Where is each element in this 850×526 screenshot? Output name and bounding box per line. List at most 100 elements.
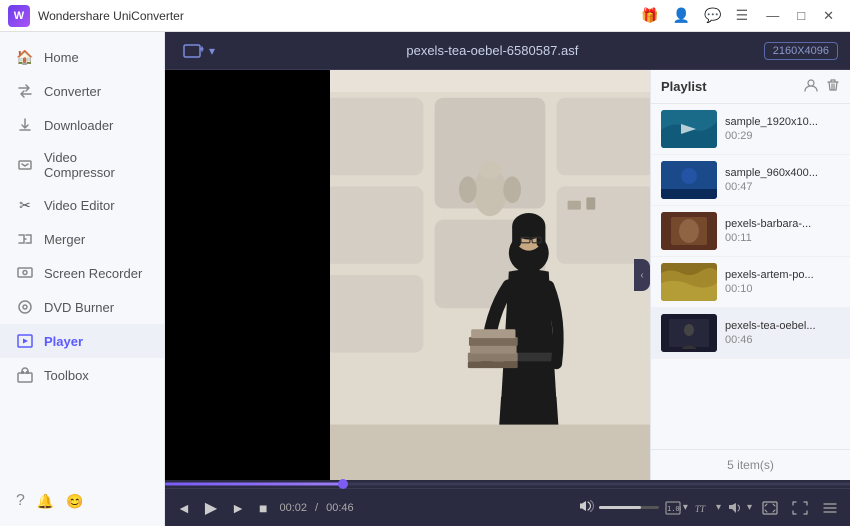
titlebar: W Wondershare UniConverter 🎁 👤 💬 ☰ — □ ✕ [0,0,850,32]
time-separator: / [315,502,318,514]
playlist-duration-5: 00:46 [725,334,840,346]
maximize-button[interactable]: □ [789,6,813,25]
volume-slider[interactable] [599,506,659,509]
progress-bar-area[interactable] [165,480,850,488]
content-topbar: ▾ pexels-tea-oebel-6580587.asf 2160X4096 [165,32,850,70]
add-media-button[interactable]: ▾ [177,40,221,62]
sidebar-item-merger[interactable]: Merger [0,222,164,256]
menu-button[interactable] [818,499,842,517]
sidebar-item-video-compressor[interactable]: Video Compressor [0,142,164,188]
sidebar-item-player[interactable]: Player [0,324,164,358]
playlist-item[interactable]: sample_1920x10... 00:29 [651,104,850,155]
current-time: 00:02 [280,502,308,514]
audio-label[interactable]: ▾ [727,501,752,515]
play-button[interactable]: ▶ [201,496,221,520]
notification-icon[interactable]: 🔔 [37,493,54,510]
screen-recorder-icon [16,264,34,282]
content-area: ▾ pexels-tea-oebel-6580587.asf 2160X4096 [165,32,850,526]
volume-fill [599,506,641,509]
playlist-item[interactable]: sample_960x400... 00:47 [651,155,850,206]
svg-text:TT: TT [695,504,706,514]
playlist-duration-4: 00:10 [725,283,840,295]
playlist-info-2: sample_960x400... 00:47 [725,167,840,193]
volume-control [579,499,659,516]
total-time: 00:46 [326,502,354,514]
progress-track[interactable] [165,483,850,486]
player-icon [16,332,34,350]
playlist-info-1: sample_1920x10... 00:29 [725,116,840,142]
sidebar: 🏠 Home Converter Downloader [0,32,165,526]
user-icon[interactable]: 👤 [669,5,694,26]
playlist-panel: Playlist [650,70,850,480]
playlist-thumb-2 [661,161,717,199]
playlist-delete-icon[interactable] [826,78,840,95]
sidebar-item-home-label: Home [44,50,79,65]
gift-icon[interactable]: 🎁 [637,5,662,26]
sidebar-item-compressor-label: Video Compressor [44,150,148,180]
screen-size-button[interactable] [758,499,782,517]
playlist-item[interactable]: pexels-artem-po... 00:10 [651,257,850,308]
playlist-info-5: pexels-tea-oebel... 00:46 [725,320,840,346]
sidebar-item-player-label: Player [44,334,83,349]
help-icon[interactable]: ? [16,492,25,510]
sidebar-item-home[interactable]: 🏠 Home [0,40,164,74]
sidebar-item-toolbox-label: Toolbox [44,368,89,383]
playlist-thumb-1 [661,110,717,148]
progress-fill [165,483,343,486]
add-btn-arrow: ▾ [209,44,215,58]
app-logo: W [8,5,30,27]
video-player[interactable]: ‹ [165,70,650,480]
home-icon: 🏠 [16,48,34,66]
toolbox-icon [16,366,34,384]
playlist-item-active[interactable]: pexels-tea-oebel... 00:46 [651,308,850,359]
sidebar-item-downloader[interactable]: Downloader [0,108,164,142]
playlist-header: Playlist [651,70,850,104]
playlist-header-icons [804,78,840,95]
resolution-badge: 2160X4096 [764,42,838,60]
sidebar-item-dvd-burner[interactable]: DVD Burner [0,290,164,324]
playlist-duration-3: 00:11 [725,232,840,244]
file-title: pexels-tea-oebel-6580587.asf [221,43,764,58]
subtitle-control: TT ▾ [694,501,721,515]
fullscreen-button[interactable] [788,499,812,517]
close-button[interactable]: ✕ [815,6,842,26]
editor-icon: ✂ [16,196,34,214]
sidebar-item-video-editor[interactable]: ✂ Video Editor [0,188,164,222]
prev-button[interactable]: ◄ [173,498,195,518]
subtitle-label[interactable]: TT ▾ [694,501,721,515]
minimize-button[interactable]: — [758,6,787,25]
audio-control: ▾ [727,501,752,515]
video-area: ‹ Playlist [165,70,850,480]
speed-control: 1.0× ▾ [665,501,688,515]
playlist-info-4: pexels-artem-po... 00:10 [725,269,840,295]
playlist-footer: 5 item(s) [651,449,850,480]
speed-value: ▾ [683,502,688,513]
progress-handle[interactable] [338,479,348,489]
playlist-item[interactable]: pexels-barbara-... 00:11 [651,206,850,257]
stop-button[interactable]: ■ [255,498,271,518]
playlist-duration-1: 00:29 [725,130,840,142]
next-button[interactable]: ► [227,498,249,518]
sidebar-item-editor-label: Video Editor [44,198,115,213]
main-container: 🏠 Home Converter Downloader [0,32,850,526]
playlist-collapse-handle[interactable]: ‹ [634,259,650,291]
sidebar-item-dvd-label: DVD Burner [44,300,114,315]
sidebar-item-toolbox[interactable]: Toolbox [0,358,164,392]
converter-icon [16,82,34,100]
playlist-name-2: sample_960x400... [725,167,840,179]
sidebar-item-recorder-label: Screen Recorder [44,266,142,281]
sidebar-item-downloader-label: Downloader [44,118,113,133]
downloader-icon [16,116,34,134]
playlist-name-1: sample_1920x10... [725,116,840,128]
playlist-thumb-3 [661,212,717,250]
video-scene [330,70,650,480]
speed-label[interactable]: 1.0× ▾ [665,501,688,515]
playlist-name-4: pexels-artem-po... [725,269,840,281]
sidebar-item-converter[interactable]: Converter [0,74,164,108]
playlist-user-icon[interactable] [804,78,818,95]
emoji-icon[interactable]: 😊 [66,493,83,510]
sidebar-item-screen-recorder[interactable]: Screen Recorder [0,256,164,290]
volume-icon[interactable] [579,499,595,516]
hamburger-icon[interactable]: ☰ [732,5,753,26]
chat-icon[interactable]: 💬 [700,5,725,26]
